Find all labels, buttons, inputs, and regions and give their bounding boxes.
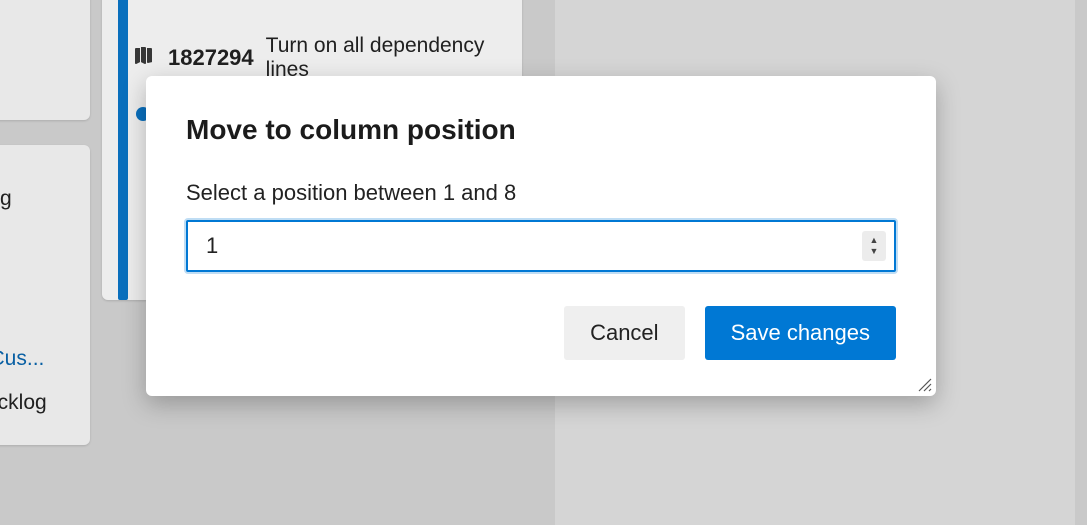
resize-handle-icon[interactable] [918, 378, 932, 392]
dialog-title: Move to column position [186, 114, 896, 146]
position-input[interactable] [186, 220, 896, 272]
dialog-description: Select a position between 1 and 8 [186, 180, 896, 206]
save-button[interactable]: Save changes [705, 306, 896, 360]
spinner-up-icon[interactable]: ▲ [870, 235, 879, 246]
spinner-down-icon[interactable]: ▼ [870, 246, 879, 257]
number-spinner[interactable]: ▲ ▼ [862, 231, 886, 261]
cancel-button[interactable]: Cancel [564, 306, 684, 360]
move-column-dialog: Move to column position Select a positio… [146, 76, 936, 396]
position-input-wrap: ▲ ▼ [186, 220, 896, 272]
dialog-button-row: Cancel Save changes [186, 306, 896, 360]
